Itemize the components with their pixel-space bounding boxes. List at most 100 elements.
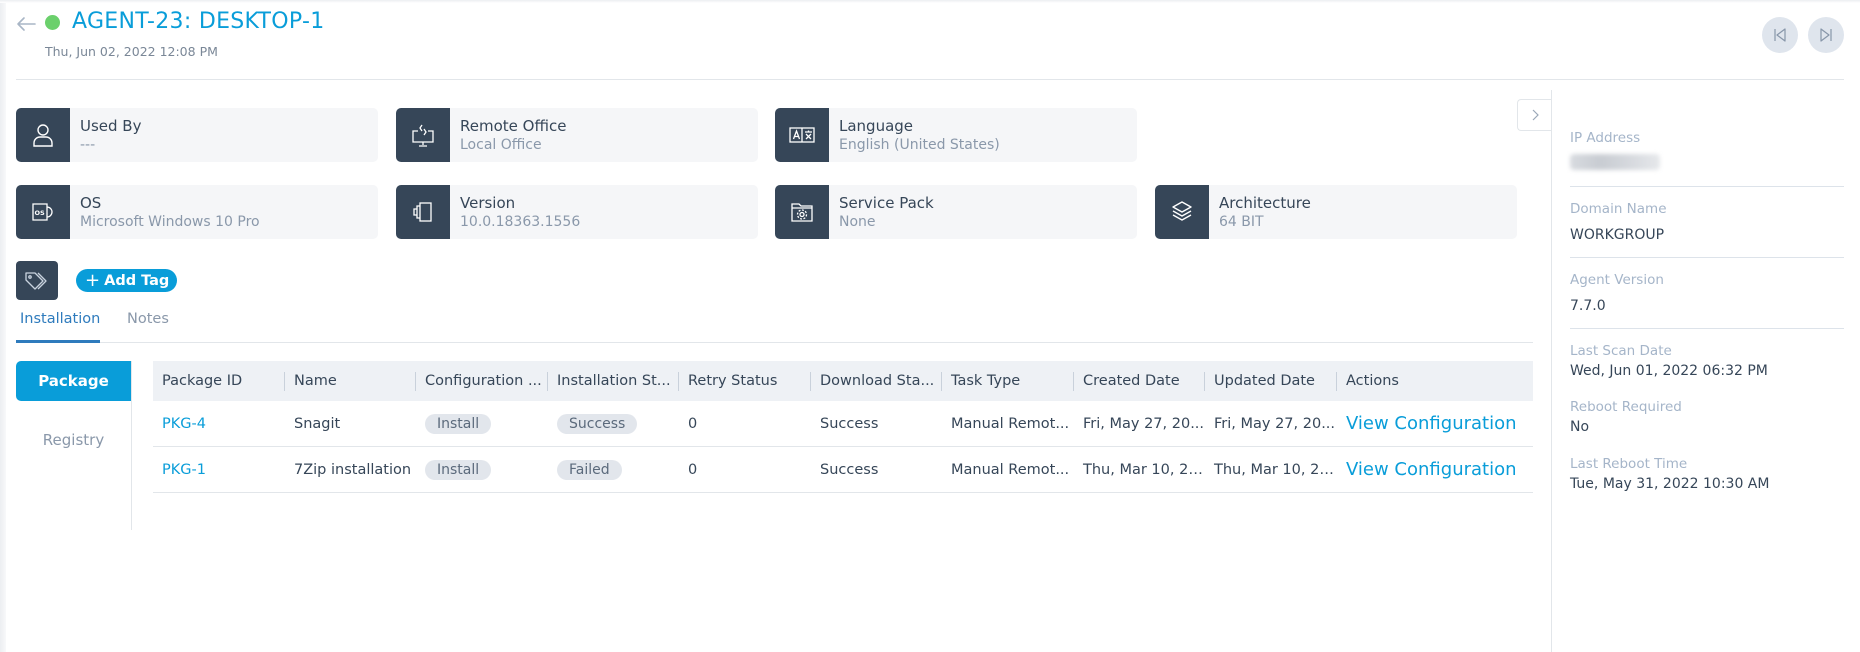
configuration-badge: Install — [425, 413, 492, 434]
svg-text:OS: OS — [35, 209, 46, 217]
collapse-panel-button[interactable] — [1517, 99, 1552, 131]
column-header-actions: Actions — [1346, 373, 1399, 389]
remote-desktop-icon — [412, 124, 434, 147]
card-label: Version — [460, 194, 516, 212]
column-header-package-id[interactable]: Package ID — [153, 361, 285, 401]
task-type: Manual Remot... — [951, 461, 1070, 478]
back-button[interactable] — [15, 13, 37, 35]
retry-status: 0 — [688, 461, 698, 478]
column-header-download-status[interactable]: Download Sta... — [811, 361, 942, 401]
table-row: PKG-4 Snagit Install Success 0 Success M… — [153, 401, 1533, 447]
created-date: Thu, Mar 10, 20... — [1083, 461, 1205, 478]
table-header: Package ID Name Configuration ... Instal… — [153, 361, 1533, 401]
language-icon — [789, 127, 815, 143]
retry-status: 0 — [688, 415, 698, 432]
page-timestamp: Thu, Jun 02, 2022 12:08 PM — [45, 44, 218, 59]
info-card-version: Version 10.0.18363.1556 — [396, 185, 758, 239]
package-name: 7Zip installation — [294, 461, 412, 478]
card-value: Microsoft Windows 10 Pro — [80, 214, 260, 230]
card-label: Service Pack — [839, 194, 934, 212]
card-label: Architecture — [1219, 194, 1311, 212]
side-item-label: Domain Name — [1570, 201, 1667, 217]
column-header-retry-status[interactable]: Retry Status — [679, 361, 811, 401]
tabs: Installation Notes — [16, 308, 1533, 343]
tab-installation[interactable]: Installation — [20, 311, 100, 327]
side-item-value: WORKGROUP — [1570, 227, 1665, 243]
side-item-agent-version: Agent Version 7.7.0 — [1570, 272, 1844, 314]
skip-last-icon — [1820, 28, 1832, 42]
user-icon — [33, 124, 53, 147]
skip-first-icon — [1774, 28, 1786, 42]
side-item-label: IP Address — [1570, 130, 1641, 146]
card-label: Used By — [80, 117, 142, 135]
info-card-used-by: Used By --- — [16, 108, 378, 162]
card-label: Remote Office — [460, 117, 567, 135]
add-tag-label: Add Tag — [104, 272, 170, 289]
task-type: Manual Remot... — [951, 415, 1070, 432]
card-label: OS — [80, 194, 102, 212]
side-item-ip-address: IP Address — [1570, 130, 1844, 174]
installation-status-badge: Success — [557, 413, 638, 434]
side-item-value: Tue, May 31, 2022 10:30 AM — [1570, 476, 1770, 492]
package-id-link[interactable]: PKG-4 — [153, 416, 285, 432]
column-header-created-date[interactable]: Created Date — [1074, 361, 1205, 401]
side-item-value: 7.7.0 — [1570, 298, 1606, 314]
side-item-label: Last Reboot Time — [1570, 456, 1688, 472]
subnav-divider — [131, 361, 132, 530]
side-item-reboot-required: Reboot Required No — [1570, 399, 1844, 435]
card-value: 64 BIT — [1219, 214, 1264, 230]
info-card-architecture: Architecture 64 BIT — [1155, 185, 1517, 239]
package-name: Snagit — [294, 415, 341, 432]
info-card-os: OS OS Microsoft Windows 10 Pro — [16, 185, 378, 239]
package-id-link[interactable]: PKG-1 — [153, 462, 285, 478]
side-divider — [1570, 257, 1844, 258]
column-header-updated-date[interactable]: Updated Date — [1205, 361, 1337, 401]
ip-address-value-redacted — [1570, 154, 1844, 174]
card-value: --- — [80, 137, 96, 153]
side-panel-divider — [1551, 90, 1552, 652]
updated-date: Thu, Mar 10, 20... — [1214, 461, 1337, 478]
column-header-name[interactable]: Name — [285, 361, 416, 401]
card-value: None — [839, 214, 876, 230]
side-item-domain-name: Domain Name WORKGROUP — [1570, 201, 1844, 243]
side-divider — [1570, 328, 1844, 329]
side-item-value: Wed, Jun 01, 2022 06:32 PM — [1570, 363, 1768, 379]
add-tag-button[interactable]: + Add Tag — [76, 269, 178, 292]
top-shadow — [0, 0, 1860, 3]
card-value: Local Office — [460, 137, 542, 153]
header-divider — [16, 79, 1844, 80]
side-item-label: Agent Version — [1570, 272, 1664, 288]
side-item-value: No — [1570, 419, 1590, 435]
side-divider — [1570, 186, 1844, 187]
view-configuration-link[interactable]: View Configuration — [1337, 413, 1517, 434]
subnav-registry[interactable]: Registry — [16, 425, 131, 455]
card-label: Language — [839, 117, 914, 135]
subnav-package[interactable]: Package — [16, 361, 131, 401]
tags-icon — [25, 271, 47, 290]
updated-date: Fri, May 27, 20... — [1214, 415, 1336, 432]
left-edge-strip — [0, 0, 6, 652]
layers-icon — [1172, 201, 1192, 221]
column-header-task-type[interactable]: Task Type — [942, 361, 1074, 401]
chevron-right-icon — [1532, 109, 1539, 121]
last-record-button[interactable] — [1808, 17, 1844, 53]
column-header-configuration[interactable]: Configuration ... — [416, 361, 548, 401]
packages-table: Package ID Name Configuration ... Instal… — [153, 361, 1533, 493]
info-card-service-pack: Service Pack None — [775, 185, 1137, 239]
os-icon: OS — [32, 203, 53, 221]
side-item-last-reboot-time: Last Reboot Time Tue, May 31, 2022 10:30… — [1570, 456, 1844, 492]
tags-icon-box — [16, 261, 58, 300]
info-card-remote-office: Remote Office Local Office — [396, 108, 758, 162]
tab-notes[interactable]: Notes — [127, 311, 169, 327]
configuration-badge: Install — [425, 459, 492, 480]
created-date: Fri, May 27, 20... — [1083, 415, 1205, 432]
page-title: AGENT-23: DESKTOP-1 — [72, 9, 325, 34]
active-tab-indicator — [16, 340, 100, 343]
card-value: English (United States) — [839, 137, 1000, 153]
first-record-button[interactable] — [1762, 17, 1798, 53]
view-configuration-link[interactable]: View Configuration — [1337, 459, 1517, 480]
installation-status-badge: Failed — [557, 459, 622, 480]
side-item-label: Last Scan Date — [1570, 343, 1672, 359]
column-header-installation-status[interactable]: Installation St... — [548, 361, 679, 401]
side-item-label: Reboot Required — [1570, 399, 1682, 415]
